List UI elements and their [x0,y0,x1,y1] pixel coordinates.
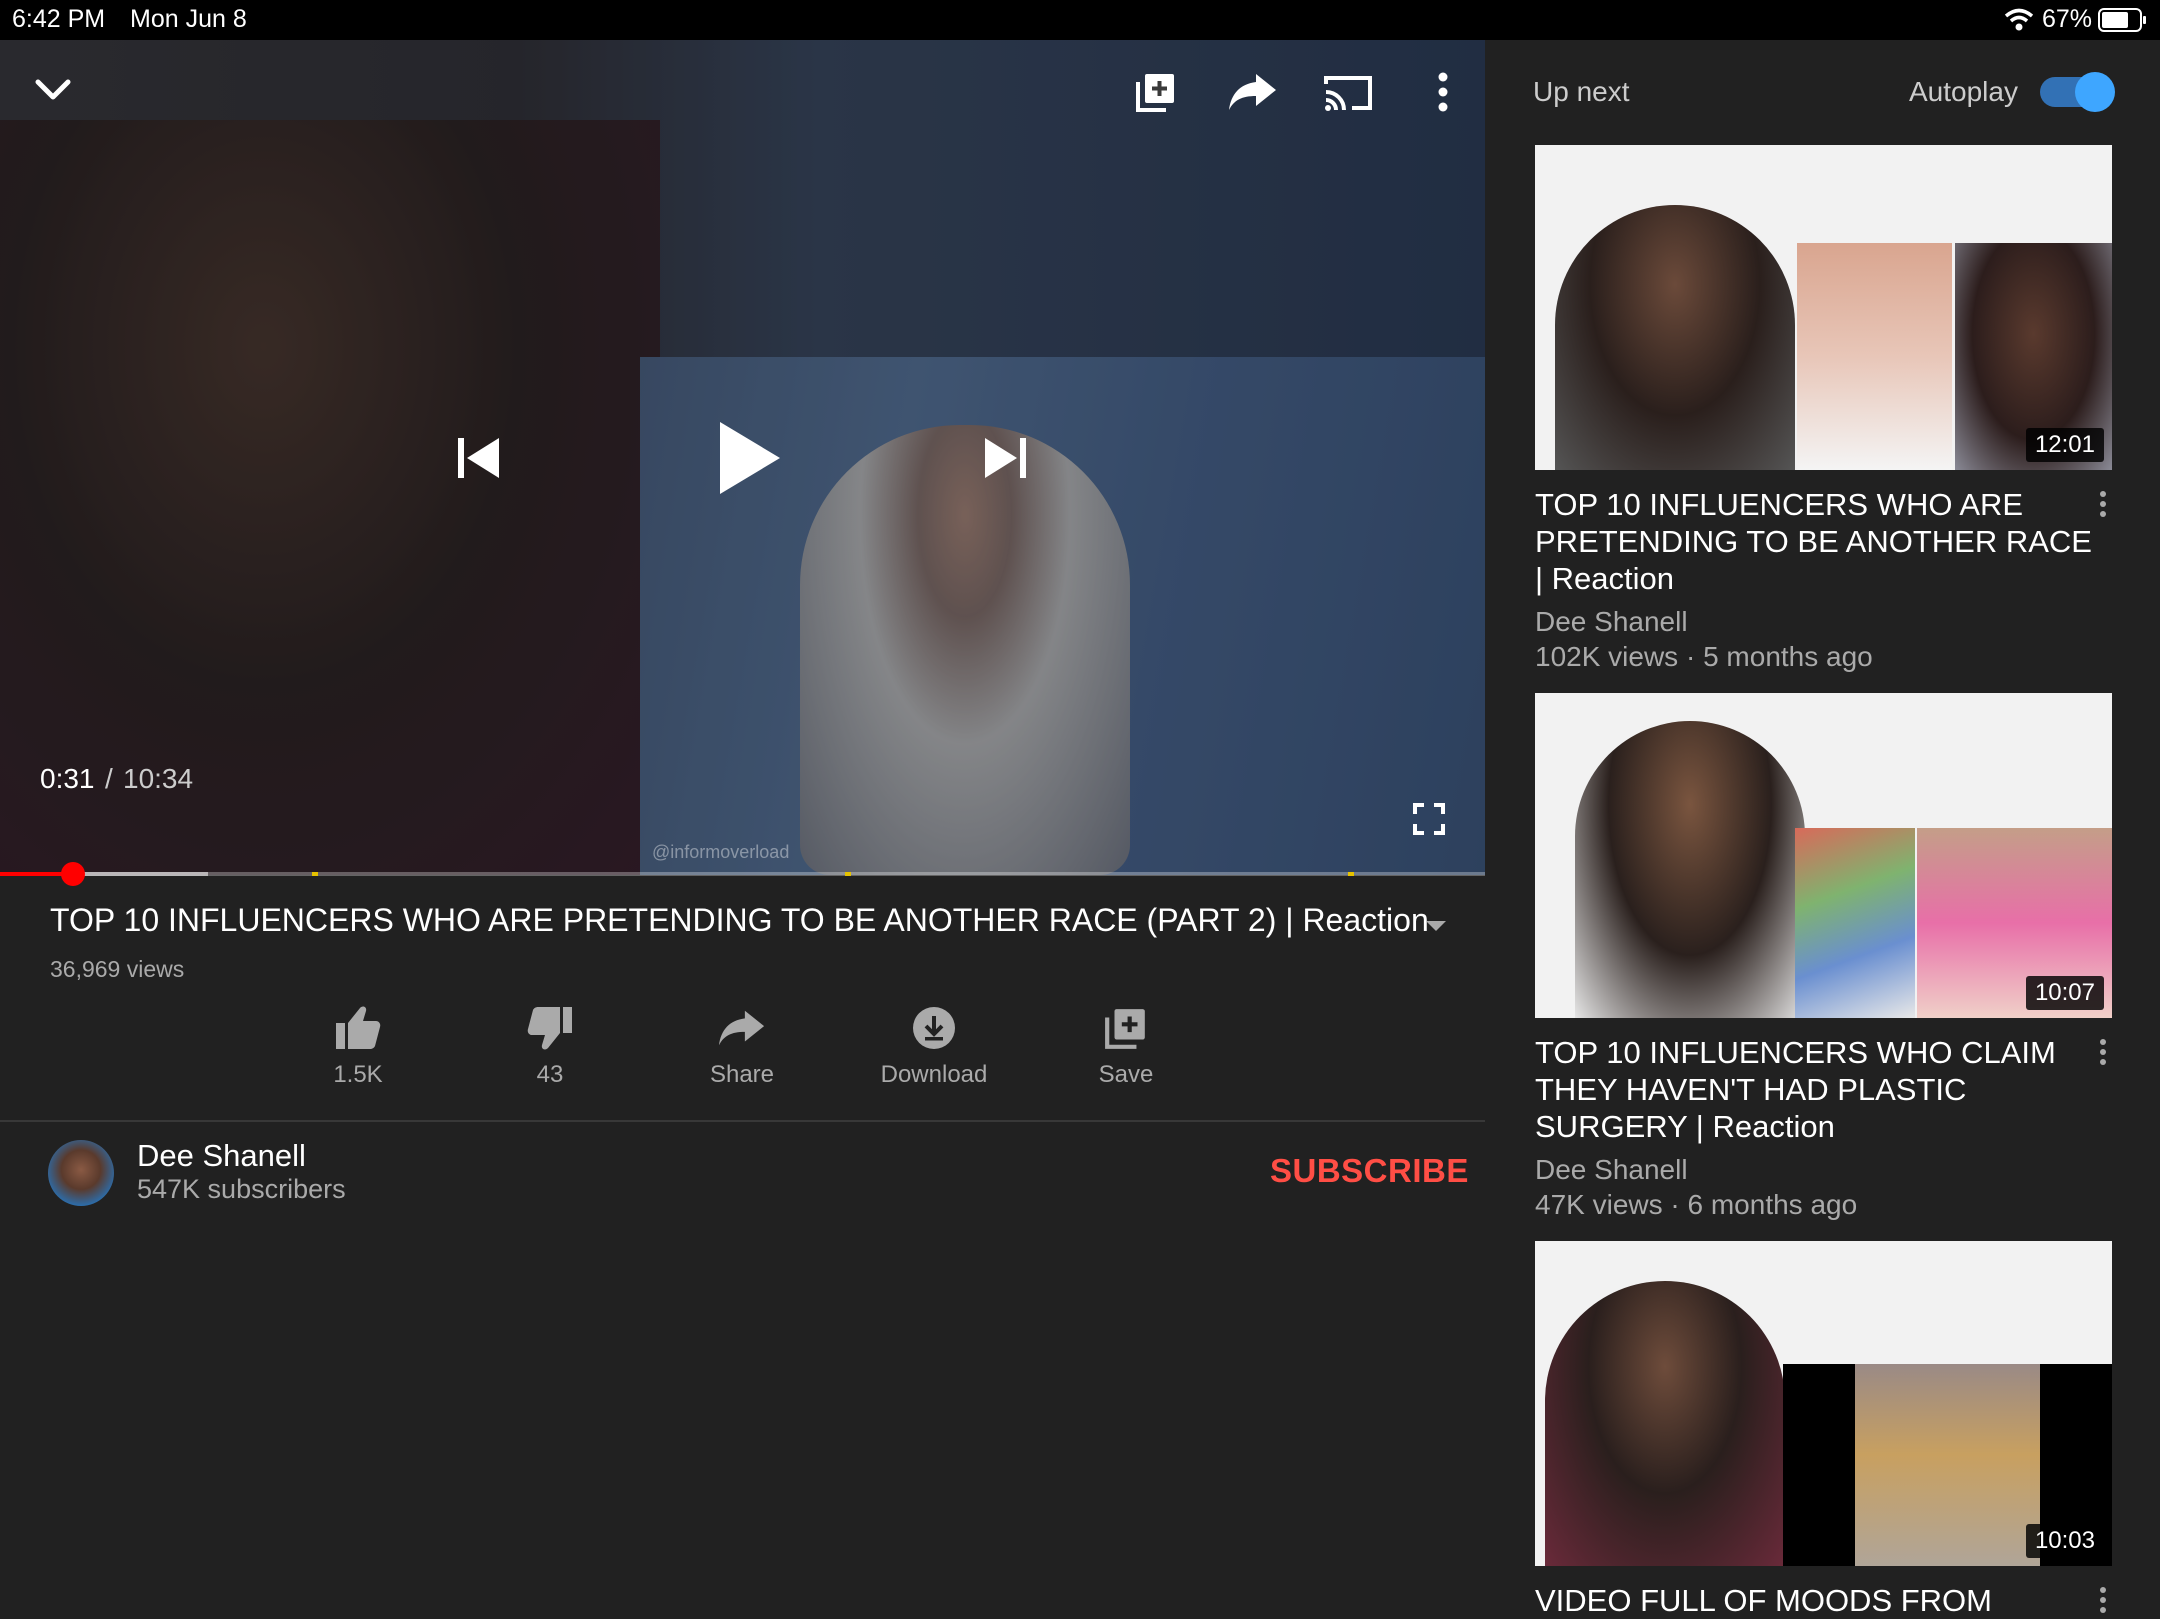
cast-icon[interactable] [1324,74,1372,112]
add-to-playlist-icon[interactable] [1134,70,1178,114]
card-title[interactable]: VIDEO FULL OF MOODS FROM [1535,1582,2095,1619]
video-watermark: @informoverload [652,842,790,862]
thumbnail[interactable]: 10:07 [1535,693,2112,1018]
download-icon [913,1007,955,1049]
download-label: Download [880,1061,988,1088]
status-date: Mon Jun 8 [130,5,247,33]
dislike-button[interactable]: 43 [470,1005,630,1089]
thumbnail[interactable]: 10:03 [1535,1241,2112,1566]
time-separator: / [105,763,113,794]
dislike-count: 43 [536,1061,564,1088]
thumbs-up-icon [336,1006,381,1049]
subscriber-count: 547K subscribers [137,1174,346,1204]
save-button[interactable]: Save [1046,1005,1206,1089]
thumbs-down-icon [527,1007,572,1050]
card-channel: Dee Shanell [1535,606,1688,637]
current-time: 0:31 [40,763,95,794]
card-title[interactable]: TOP 10 INFLUENCERS WHO ARE PRETENDING TO… [1535,486,2095,597]
autoplay-toggle-knob[interactable] [2075,72,2115,112]
video-title: TOP 10 INFLUENCERS WHO ARE PRETENDING TO… [50,902,1429,938]
up-next-label: Up next [1533,76,1630,107]
video-duration-badge: 10:03 [2025,1524,2104,1558]
card-meta: 102K views · 5 months ago [1535,641,1873,672]
share-arrow-icon[interactable] [1228,72,1278,112]
share-button[interactable]: Share [662,1005,822,1089]
divider [0,1120,1485,1122]
autoplay-label: Autoplay [1909,76,2018,107]
save-label: Save [1098,1061,1154,1088]
card-meta: 47K views · 6 months ago [1535,1189,1858,1220]
channel-avatar[interactable] [48,1140,114,1206]
status-bar: 6:42 PM Mon Jun 8 67% [0,0,2160,40]
thumbnail[interactable]: 12:01 [1535,145,2112,470]
fullscreen-icon[interactable] [1413,803,1445,835]
share-label: Share [709,1061,775,1088]
video-duration-badge: 12:01 [2025,428,2104,462]
more-vertical-icon[interactable] [2098,1038,2108,1066]
view-count: 36,969 views [50,956,185,982]
status-time: 6:42 PM [12,5,106,33]
ad-marker [312,872,318,876]
save-playlist-icon [1105,1009,1145,1049]
previous-icon[interactable] [455,435,501,481]
channel-name[interactable]: Dee Shanell [137,1138,306,1174]
subscribe-button[interactable]: SUBSCRIBE [1270,1152,1469,1190]
more-vertical-icon[interactable] [1436,72,1450,112]
more-vertical-icon[interactable] [2098,490,2108,518]
chevron-down-icon[interactable] [33,76,73,104]
expand-description-icon[interactable] [1424,919,1448,933]
wifi-icon [2004,8,2034,31]
card-channel: Dee Shanell [1535,1154,1688,1185]
progress-scrubber[interactable] [60,862,85,886]
more-vertical-icon[interactable] [2098,1586,2108,1614]
share-icon [718,1010,765,1046]
download-button[interactable]: Download [854,1005,1014,1089]
video-duration: 10:34 [123,763,194,794]
ad-marker [845,872,851,876]
ad-marker [1348,872,1354,876]
like-button[interactable]: 1.5K [278,1005,438,1089]
play-icon[interactable] [718,420,782,496]
battery-icon [2098,8,2146,32]
battery-percent: 67% [2042,5,2093,33]
progress-track[interactable] [0,872,1485,876]
card-title[interactable]: TOP 10 INFLUENCERS WHO CLAIM THEY HAVEN'… [1535,1034,2095,1145]
video-duration-badge: 10:07 [2025,976,2104,1010]
next-icon[interactable] [983,435,1029,481]
like-count: 1.5K [333,1061,383,1088]
